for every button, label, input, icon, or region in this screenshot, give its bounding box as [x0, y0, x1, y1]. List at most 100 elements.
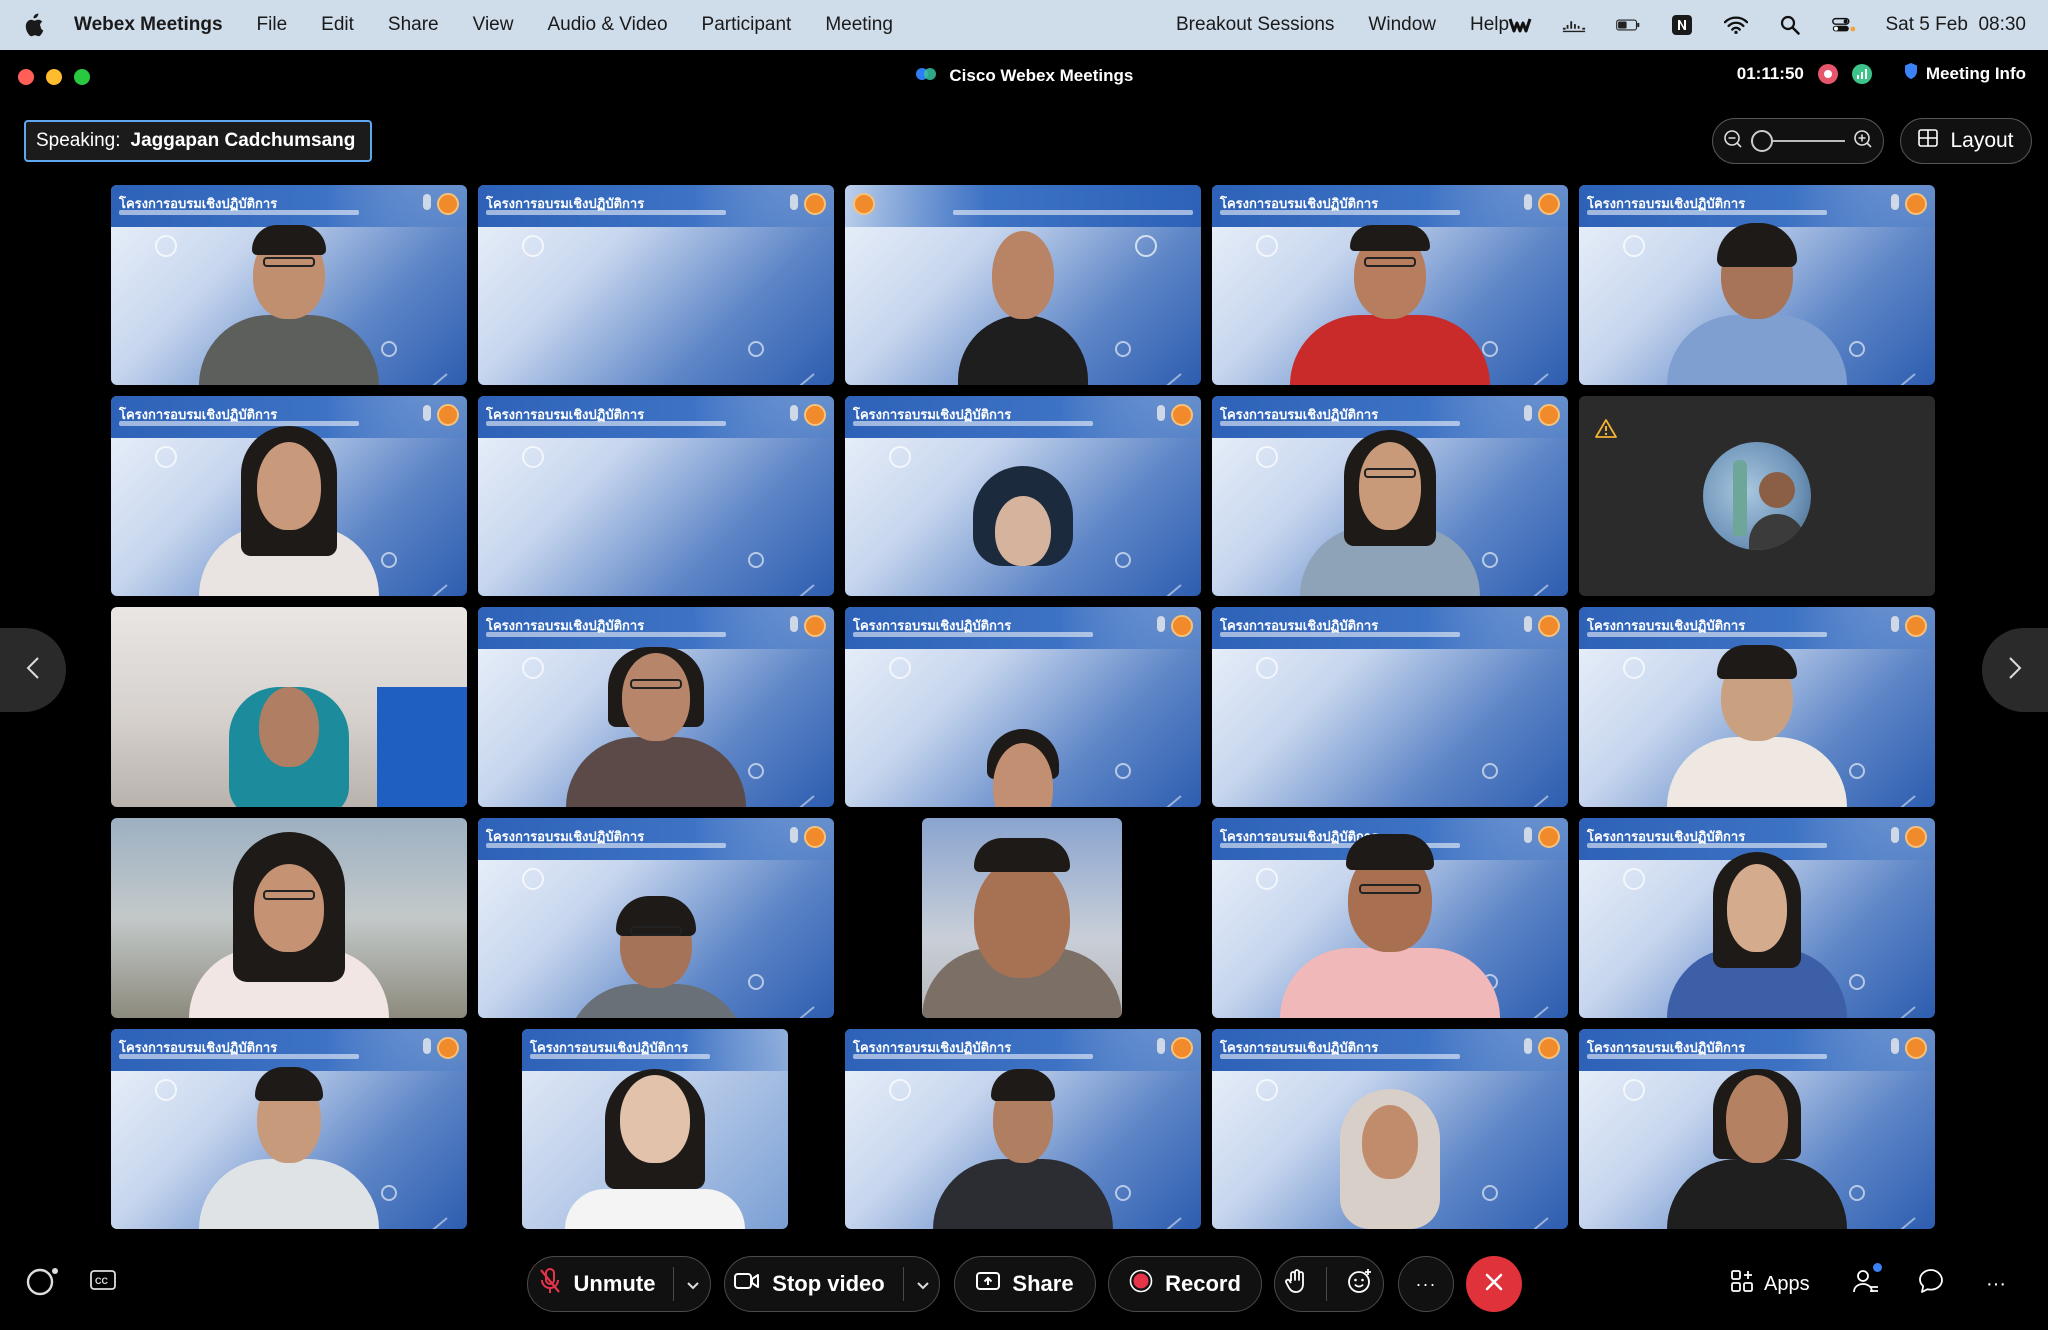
participant-video-tile[interactable]: โครงการอบรมเชิงปฏิบัติการ — [845, 396, 1201, 596]
window-titlebar: Cisco Webex Meetings 01:11:50 Meeting In… — [0, 50, 2048, 104]
participant-video-tile[interactable]: โครงการอบรมเชิงปฏิบัติการ — [478, 607, 834, 807]
meeting-controls-toolbar: CC Unmute Stop video Share Record ··· Ap… — [0, 1222, 2048, 1322]
speaking-label: Speaking: — [36, 130, 121, 151]
zoom-slider-thumb[interactable] — [1751, 130, 1773, 152]
zoom-slider[interactable] — [1751, 130, 1845, 152]
virtual-background-banner: โครงการอบรมเชิงปฏิบัติการ — [478, 185, 834, 227]
meeting-info-button[interactable]: Meeting Info — [1904, 62, 2026, 85]
virtual-background-banner: โครงการอบรมเชิงปฏิบัติการ — [845, 1029, 1201, 1071]
zoom-in-icon[interactable] — [1853, 129, 1873, 154]
control-center-icon[interactable] — [1831, 13, 1856, 37]
zoom-out-icon[interactable] — [1723, 129, 1743, 154]
participant-video-tile[interactable] — [922, 818, 1122, 1018]
participants-icon — [1852, 1263, 1882, 1301]
active-speaker-indicator: Speaking: Jaggapan Cadchumsang — [24, 120, 372, 162]
logo-badge-icon — [804, 615, 826, 637]
logo-badge-icon — [1538, 826, 1560, 848]
shield-icon — [1904, 62, 1918, 85]
participant-video-tile[interactable]: โครงการอบรมเชิงปฏิบัติการ — [478, 185, 834, 385]
video-zoom-control — [1712, 118, 1884, 164]
logo-badge-icon — [1905, 1037, 1927, 1059]
participant-video-tile[interactable]: โครงการอบรมเชิงปฏิบัติการ — [1579, 185, 1935, 385]
virtual-background-banner: โครงการอบรมเชิงปฏิบัติการ — [1212, 185, 1568, 227]
layout-grid-icon — [1918, 129, 1939, 153]
participant-video-tile[interactable]: โครงการอบรมเชิงปฏิบัติการ — [1212, 607, 1568, 807]
participant-video-tile[interactable]: โครงการอบรมเชิงปฏิบัติการ — [845, 607, 1201, 807]
menu-share[interactable]: Share — [388, 14, 439, 36]
more-horizontal-icon: ··· — [1986, 1272, 2006, 1295]
microphone-muted-icon — [538, 1267, 562, 1301]
participant-video-tile[interactable]: โครงการอบรมเชิงปฏิบัติการ — [845, 1029, 1201, 1229]
record-button[interactable]: Record — [1108, 1256, 1262, 1312]
webex-assistant-button[interactable] — [26, 1256, 60, 1312]
participant-video-tile[interactable]: โครงการอบรมเชิงปฏิบัติการ — [111, 1029, 467, 1229]
microphone-icon — [1157, 405, 1165, 421]
participant-video-tile[interactable]: โครงการอบรมเชิงปฏิบัติการ — [478, 818, 834, 1018]
search-icon[interactable] — [1778, 13, 1802, 37]
leave-meeting-button[interactable] — [1466, 1256, 1522, 1312]
microphone-icon — [790, 616, 798, 632]
participant-video-tile[interactable]: โครงการอบรมเชิงปฏิบัติการ — [111, 396, 467, 596]
menubar-datetime[interactable]: Sat 5 Feb 08:30 — [1886, 14, 2027, 36]
participant-avatar-tile[interactable] — [1579, 396, 1935, 596]
layout-button[interactable]: Layout — [1900, 118, 2032, 164]
menu-meeting[interactable]: Meeting — [825, 14, 893, 36]
menu-view[interactable]: View — [473, 14, 514, 36]
close-icon — [1484, 1272, 1504, 1297]
participant-video-tile[interactable] — [111, 607, 467, 807]
chevron-down-icon[interactable] — [916, 1271, 930, 1297]
microphone-icon — [1891, 1038, 1899, 1054]
participant-video-tile[interactable]: โครงการอบรมเชิงปฏิบัติการ — [1212, 185, 1568, 385]
participant-video-tile[interactable] — [111, 818, 467, 1018]
app-name-menu[interactable]: Webex Meetings — [74, 14, 223, 36]
menu-window[interactable]: Window — [1368, 14, 1436, 36]
unmute-button[interactable]: Unmute — [527, 1256, 711, 1312]
participant-video-tile[interactable]: โครงการอบรมเชิงปฏิบัติการ — [1212, 396, 1568, 596]
participant-avatar — [1703, 442, 1811, 550]
chevron-right-icon — [2008, 656, 2022, 685]
closed-captions-button[interactable]: CC — [90, 1256, 116, 1312]
more-options-button[interactable]: ··· — [1398, 1256, 1454, 1312]
participant-video-tile[interactable]: โครงการอบรมเชิงปฏิบัติการ — [1579, 1029, 1935, 1229]
menu-file[interactable]: File — [257, 14, 288, 36]
menu-audio-video[interactable]: Audio & Video — [547, 14, 667, 36]
logo-badge-icon — [804, 193, 826, 215]
menu-help[interactable]: Help — [1470, 14, 1509, 36]
title-right-area: 01:11:50 Meeting Info — [1737, 62, 2026, 85]
webex-icon[interactable] — [1508, 13, 1532, 37]
virtual-background-banner — [845, 185, 1201, 227]
participant-video-tile[interactable]: โครงการอบรมเชิงปฏิบัติการ — [1212, 818, 1568, 1018]
participant-video-tile[interactable]: โครงการอบรมเชิงปฏิบัติการ — [478, 396, 834, 596]
chevron-down-icon[interactable] — [686, 1271, 700, 1297]
participant-video-tile[interactable]: โครงการอบรมเชิงปฏิบัติการ — [522, 1029, 788, 1229]
participant-video-tile[interactable] — [845, 185, 1201, 385]
reactions-group — [1274, 1256, 1384, 1312]
wifi-icon[interactable] — [1723, 13, 1748, 37]
menu-breakout-sessions[interactable]: Breakout Sessions — [1176, 14, 1334, 36]
stop-video-button[interactable]: Stop video — [724, 1256, 940, 1312]
participant-video-tile[interactable]: โครงการอบรมเชิงปฏิบัติการ — [1212, 1029, 1568, 1229]
notion-icon[interactable] — [1670, 13, 1694, 37]
chat-panel-button[interactable] — [1918, 1256, 1944, 1312]
apple-icon[interactable] — [22, 13, 44, 37]
participant-video-tile[interactable]: โครงการอบรมเชิงปฏิบัติการ — [111, 185, 467, 385]
reactions-emoji-icon[interactable] — [1347, 1268, 1373, 1300]
share-button[interactable]: Share — [954, 1256, 1096, 1312]
chevron-left-icon — [26, 656, 40, 685]
connection-quality-icon[interactable] — [1851, 63, 1872, 84]
raise-hand-icon[interactable] — [1284, 1268, 1307, 1300]
participants-panel-button[interactable] — [1852, 1256, 1882, 1312]
logo-badge-icon — [853, 193, 875, 215]
menu-participant[interactable]: Participant — [702, 14, 792, 36]
apps-button[interactable]: Apps — [1730, 1256, 1810, 1312]
battery-icon[interactable] — [1615, 13, 1640, 37]
more-panels-button[interactable]: ··· — [1986, 1256, 2006, 1312]
logo-badge-icon — [437, 404, 459, 426]
microphone-icon — [790, 405, 798, 421]
participant-video-tile[interactable]: โครงการอบรมเชิงปฏิบัติการ — [1579, 818, 1935, 1018]
svg-text:CC: CC — [95, 1276, 108, 1286]
menu-edit[interactable]: Edit — [321, 14, 354, 36]
wave-icon[interactable] — [1562, 13, 1586, 37]
participant-video-tile[interactable]: โครงการอบรมเชิงปฏิบัติการ — [1579, 607, 1935, 807]
virtual-background-banner: โครงการอบรมเชิงปฏิบัติการ — [1579, 607, 1935, 649]
